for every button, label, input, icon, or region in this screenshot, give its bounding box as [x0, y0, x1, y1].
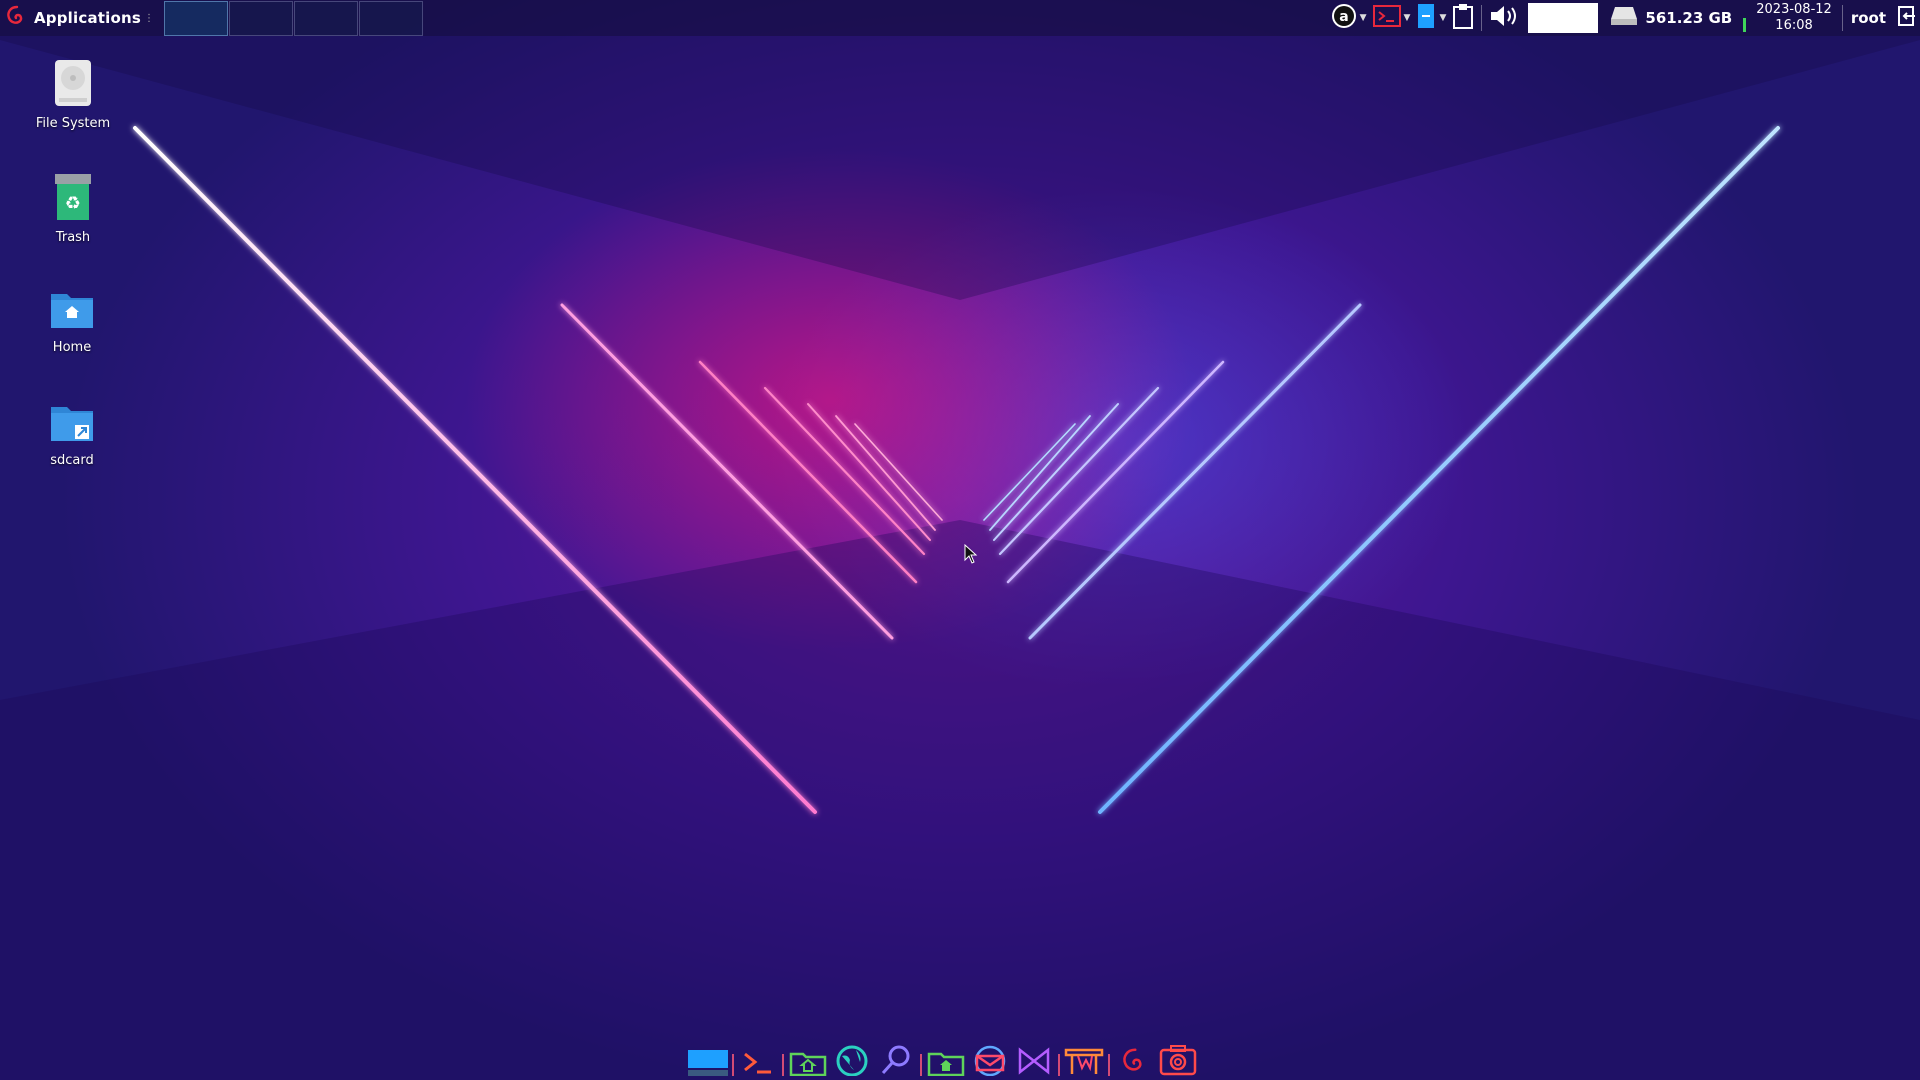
show-desktop-icon	[687, 1048, 729, 1080]
applications-menu-button[interactable]: Applications ⋮	[0, 0, 160, 36]
dock	[686, 1044, 1200, 1080]
notes-tray-button[interactable]: ▼	[1416, 0, 1446, 36]
workspace-switcher	[164, 1, 424, 36]
applications-label: Applications	[34, 9, 142, 27]
dock-item-debian[interactable]	[1112, 1046, 1156, 1080]
desktop-icon-label: sdcard	[50, 453, 94, 468]
logout-icon	[1897, 5, 1917, 31]
logout-button[interactable]	[1897, 0, 1917, 36]
terminal-icon	[741, 1048, 775, 1080]
desktop-icon-label: File System	[35, 116, 111, 131]
workspace-1[interactable]	[164, 1, 229, 36]
chevron-down-icon: ▼	[1403, 13, 1411, 23]
home-folder-icon	[49, 286, 95, 336]
harddrive-icon	[51, 58, 95, 112]
mouse-pointer-icon	[964, 543, 978, 568]
search-icon	[879, 1044, 913, 1080]
svg-text:♻: ♻	[65, 193, 81, 214]
home-folder-icon	[927, 1046, 965, 1080]
desktop-wallpaper	[0, 0, 1920, 1080]
dock-item-terminal[interactable]	[736, 1046, 780, 1080]
desktop-icon-sdcard[interactable]: sdcard	[17, 399, 127, 468]
input-method-indicator[interactable]	[1528, 3, 1599, 33]
dock-item-web-browser[interactable]	[830, 1044, 874, 1080]
accessibility-icon: a	[1331, 3, 1357, 33]
clock-time: 16:08	[1775, 18, 1813, 33]
app-store-icon	[1064, 1046, 1104, 1080]
clipboard-tray-button[interactable]	[1452, 0, 1474, 36]
disk-usage-tray[interactable]: 561.23 GB	[1609, 0, 1732, 36]
dock-item-show-desktop[interactable]	[686, 1046, 730, 1080]
chevron-down-icon: ▼	[1359, 13, 1367, 23]
workspace-4[interactable]	[359, 1, 424, 36]
file-manager-icon	[789, 1046, 827, 1080]
user-menu[interactable]: root	[1851, 9, 1886, 27]
dock-item-code-editor[interactable]	[1012, 1046, 1056, 1080]
chevron-down-icon: ▼	[1439, 13, 1447, 23]
screenshot-icon	[1158, 1044, 1198, 1080]
system-tray: a ▼ ▼ ▼ 561.23 GB 2023-08-12 16:08 root	[1328, 0, 1920, 36]
volume-icon	[1489, 3, 1521, 33]
workspace-3[interactable]	[294, 1, 359, 36]
workspace-2[interactable]	[229, 1, 294, 36]
svg-text:a: a	[1339, 9, 1348, 25]
volume-tray-button[interactable]	[1489, 0, 1521, 36]
dock-item-screenshot[interactable]	[1156, 1044, 1200, 1080]
disk-free-text: 561.23 GB	[1645, 9, 1733, 27]
cpu-graph-indicator	[1743, 18, 1747, 32]
symlink-folder-icon	[49, 399, 95, 449]
dock-item-app-finder[interactable]	[874, 1044, 918, 1080]
desktop-icon-label: Home	[52, 340, 92, 355]
panel-handle-icon: ⋮	[144, 12, 155, 24]
dock-item-mail[interactable]	[968, 1044, 1012, 1080]
desktop-icon-home[interactable]: Home	[17, 286, 127, 355]
notes-icon	[1416, 3, 1436, 33]
clipboard-icon	[1452, 3, 1474, 33]
debian-icon	[1119, 1046, 1149, 1080]
desktop-icon-label: Trash	[55, 230, 91, 245]
dock-item-home-folder[interactable]	[924, 1046, 968, 1080]
dock-item-app-store[interactable]	[1062, 1046, 1106, 1080]
trash-icon: ♻	[51, 172, 95, 226]
top-panel: Applications ⋮ a ▼ ▼ ▼ 561.23 GB 2023-08…	[0, 0, 1920, 36]
terminal-tray-button[interactable]: ▼	[1372, 0, 1411, 36]
terminal-icon	[1372, 4, 1401, 32]
accessibility-tray-button[interactable]: a ▼	[1331, 0, 1367, 36]
mail-icon	[971, 1044, 1009, 1080]
web-browser-icon	[834, 1044, 870, 1080]
desktop-icon-trash[interactable]: ♻ Trash	[18, 172, 128, 245]
clock[interactable]: 2023-08-12 16:08	[1756, 2, 1832, 34]
clock-date: 2023-08-12	[1756, 2, 1832, 17]
desktop-icon-file-system[interactable]: File System	[18, 58, 128, 131]
harddrive-icon	[1609, 5, 1639, 31]
debian-icon	[4, 4, 28, 32]
code-editor-icon	[1016, 1046, 1052, 1080]
dock-item-file-manager[interactable]	[786, 1046, 830, 1080]
